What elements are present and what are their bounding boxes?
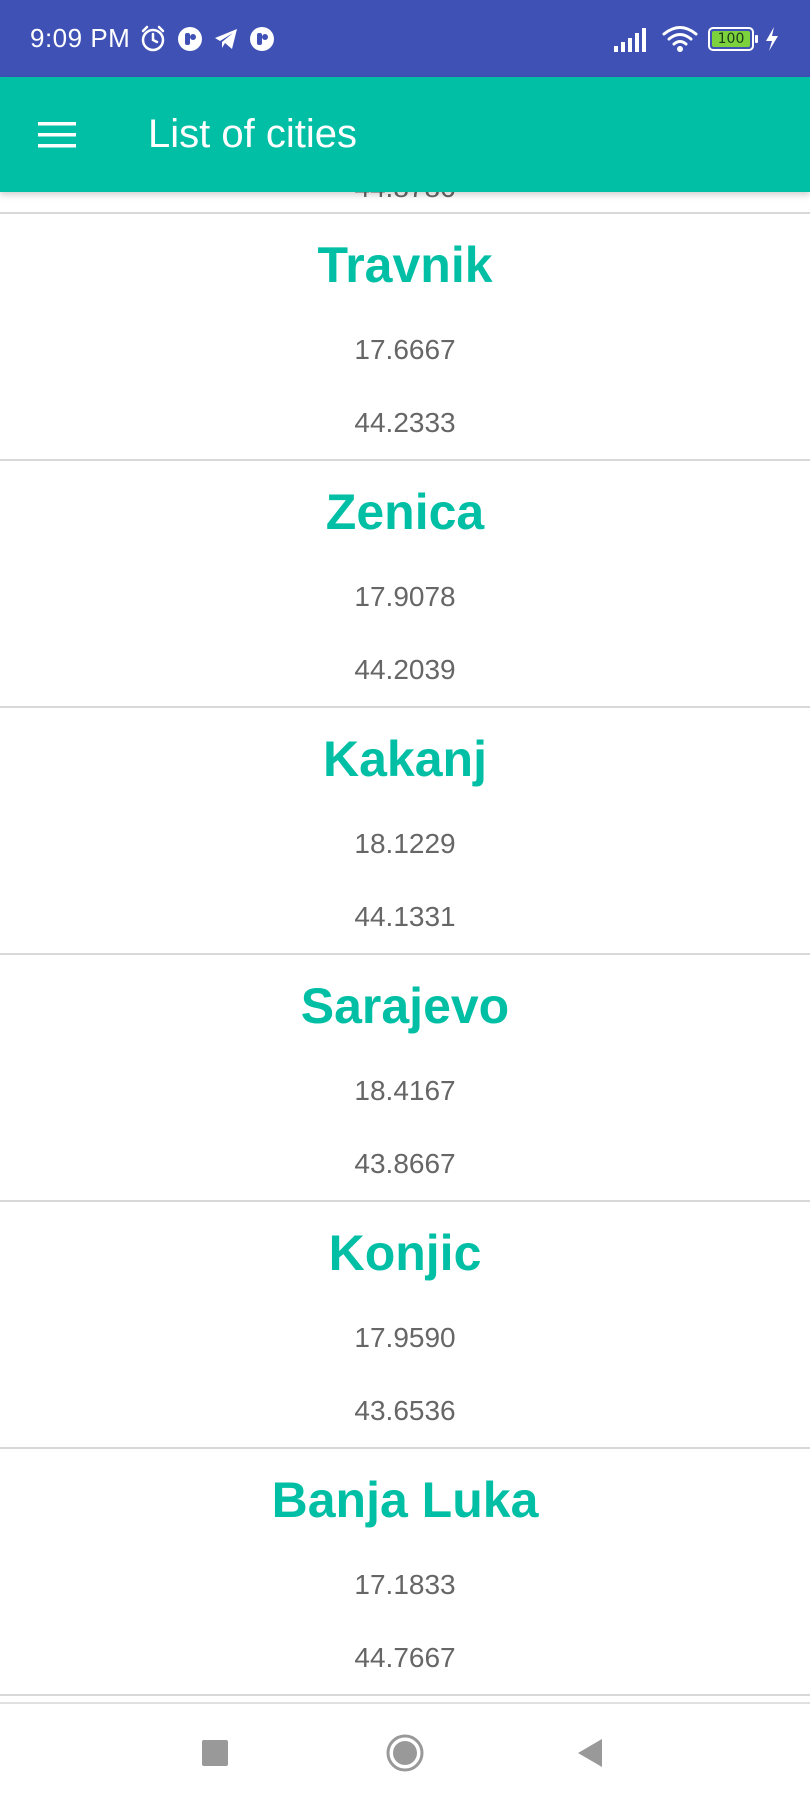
city-latitude: 44.7667 [354,1642,456,1673]
city-list-item[interactable]: Travnik 17.6667 44.2333 [0,214,810,461]
status-right-icons: 100 [614,25,780,53]
city-list-item[interactable]: Konjic 17.9590 43.6536 [0,1202,810,1449]
home-circle-icon[interactable] [385,1733,425,1773]
city-longitude: 18.1229 [354,828,456,859]
alarm-icon [138,24,168,54]
recents-square-icon[interactable] [201,1739,229,1767]
charging-icon [764,26,780,52]
city-name: Sarajevo [300,978,510,1034]
city-name: Kakanj [323,731,487,787]
city-list-item[interactable]: Banja Luka 17.1833 44.7667 [0,1449,810,1696]
city-list-content: 44.8786 Travnik 17.6667 44.2333 Zenica 1… [0,192,810,1696]
wifi-icon [662,25,698,53]
recents-button[interactable] [190,1704,240,1800]
back-button[interactable] [565,1704,615,1800]
signal-icon [614,26,652,52]
city-name: Zenica [325,484,485,540]
city-name: Konjic [328,1225,482,1281]
telegram-icon [212,25,240,53]
city-latitude: 44.1331 [354,901,456,932]
status-time: 9:09 PM [30,23,131,53]
navigation-bar [0,1702,810,1800]
city-list[interactable]: 44.8786 Travnik 17.6667 44.2333 Zenica 1… [0,192,810,1702]
battery-level: 100 [712,30,750,47]
home-button[interactable] [380,1704,430,1800]
city-longitude: 17.9078 [354,581,456,612]
city-name: Travnik [317,237,493,293]
app-title: List of cities [148,112,357,156]
city-list-item[interactable]: 44.8786 [0,192,810,214]
city-latitude: 44.8786 [0,192,810,204]
city-longitude: 18.4167 [354,1075,456,1106]
city-latitude: 44.2039 [354,654,456,685]
city-list-item[interactable]: Zenica 17.9078 44.2039 [0,461,810,708]
hamburger-menu-icon[interactable] [38,120,78,150]
city-latitude: 43.6536 [354,1395,456,1426]
city-list-item[interactable]: Kakanj 18.1229 44.1331 [0,708,810,955]
battery-icon: 100 [708,26,758,51]
app-notification-icon [248,25,276,53]
city-latitude: 43.8667 [354,1148,456,1179]
hamburger-menu-button[interactable] [0,77,116,192]
status-bar: 9:09 PM 100 [0,0,810,77]
city-longitude: 17.1833 [354,1569,456,1600]
city-longitude: 17.9590 [354,1322,456,1353]
city-longitude: 17.6667 [354,334,456,365]
city-latitude: 44.2333 [354,407,456,438]
status-left-icons [138,24,276,54]
back-triangle-icon[interactable] [576,1737,604,1769]
app-notification-icon [176,25,204,53]
app-bar: List of cities [0,77,810,192]
city-name: Banja Luka [271,1472,539,1528]
city-list-item[interactable]: Sarajevo 18.4167 43.8667 [0,955,810,1202]
